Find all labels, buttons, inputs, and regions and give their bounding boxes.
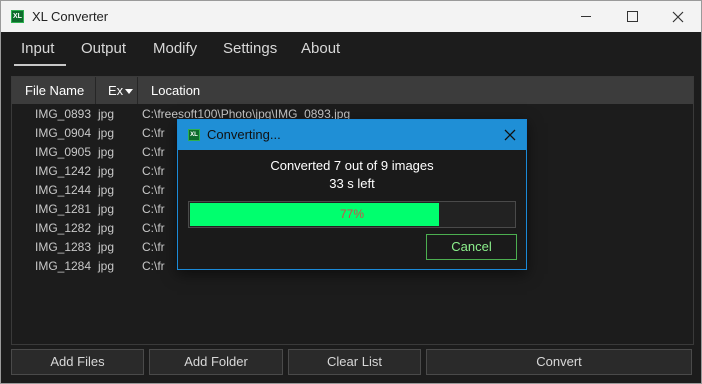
cell-extension: jpg: [98, 202, 115, 216]
cell-extension: jpg: [98, 183, 115, 197]
table-header: File Name Ex Location: [12, 77, 693, 104]
convert-button[interactable]: Convert: [426, 349, 692, 375]
dialog-title-bar[interactable]: XL Converting...: [178, 120, 526, 150]
progress-bar: 77%: [188, 201, 516, 228]
app-logo-icon: XL: [188, 129, 200, 141]
app-window: XL XL Converter Input Output Modify Sett…: [0, 0, 702, 384]
minimize-icon: [581, 16, 591, 17]
close-icon: [504, 129, 516, 141]
cell-location: C:\fr: [142, 240, 165, 254]
cell-extension: jpg: [98, 259, 115, 273]
cell-extension: jpg: [98, 240, 115, 254]
cell-file-name: IMG_1281: [35, 202, 92, 216]
column-header-location[interactable]: Location: [151, 77, 200, 104]
cell-file-name: IMG_1244: [35, 183, 92, 197]
cell-location: C:\fr: [142, 202, 165, 216]
title-bar[interactable]: XL XL Converter: [1, 1, 701, 32]
clear-list-button[interactable]: Clear List: [288, 349, 421, 375]
cell-file-name: IMG_0905: [35, 145, 92, 159]
window-title: XL Converter: [32, 9, 109, 24]
maximize-icon: [626, 11, 638, 22]
tab-input[interactable]: Input: [21, 40, 54, 57]
conversion-status-text: Converted 7 out of 9 images: [270, 158, 434, 173]
close-icon: [672, 11, 684, 22]
tab-about[interactable]: About: [301, 40, 340, 57]
close-button[interactable]: [655, 1, 701, 32]
progress-label: 77%: [339, 207, 365, 221]
cell-location: C:\fr: [142, 164, 165, 178]
cell-location: C:\fr: [142, 221, 165, 235]
cell-extension: jpg: [98, 126, 115, 140]
cell-location: C:\fr: [142, 126, 165, 140]
cell-extension: jpg: [98, 164, 115, 178]
app-logo-icon: XL: [11, 10, 24, 23]
column-header-extension[interactable]: Ex: [108, 77, 134, 104]
cell-extension: jpg: [98, 221, 115, 235]
cell-extension: jpg: [98, 145, 115, 159]
tab-output[interactable]: Output: [81, 40, 126, 57]
cancel-button[interactable]: Cancel: [426, 234, 517, 260]
cell-file-name: IMG_1284: [35, 259, 92, 273]
maximize-button[interactable]: [609, 1, 655, 32]
cell-location: C:\fr: [142, 145, 165, 159]
cell-file-name: IMG_1242: [35, 164, 92, 178]
add-files-button[interactable]: Add Files: [11, 349, 144, 375]
dialog-close-button[interactable]: [500, 125, 520, 145]
column-divider[interactable]: [137, 77, 138, 104]
cell-file-name: IMG_0893: [35, 107, 92, 121]
converting-dialog: XL Converting... Converted 7 out of 9 im…: [177, 119, 527, 270]
sort-descending-icon: [125, 89, 134, 95]
dialog-title: Converting...: [207, 127, 281, 142]
tab-modify[interactable]: Modify: [153, 40, 197, 57]
cell-location: C:\fr: [142, 183, 165, 197]
cell-location: C:\fr: [142, 259, 165, 273]
add-folder-button[interactable]: Add Folder: [149, 349, 283, 375]
column-divider[interactable]: [95, 77, 96, 104]
active-tab-indicator: [14, 64, 66, 66]
column-header-extension-label: Ex: [108, 83, 124, 98]
minimize-button[interactable]: [563, 1, 609, 32]
cell-file-name: IMG_0904: [35, 126, 92, 140]
cell-extension: jpg: [98, 107, 115, 121]
tab-settings[interactable]: Settings: [223, 40, 277, 57]
time-left-text: 33 s left: [329, 176, 375, 191]
column-header-file-name[interactable]: File Name: [25, 77, 84, 104]
cell-file-name: IMG_1282: [35, 221, 92, 235]
cell-file-name: IMG_1283: [35, 240, 92, 254]
